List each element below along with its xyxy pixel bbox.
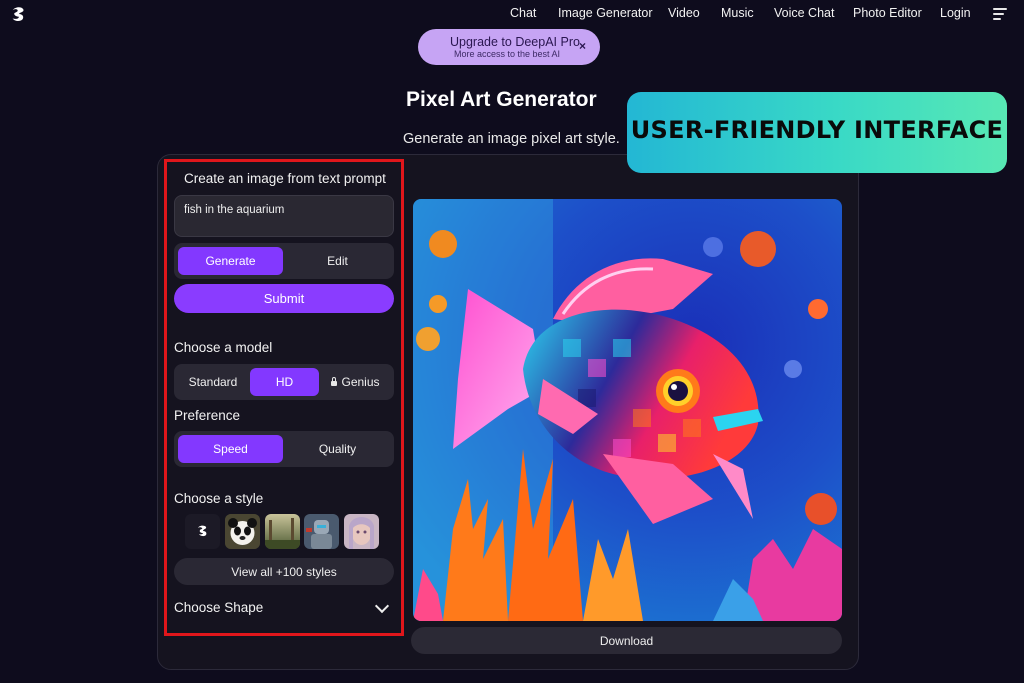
panel-highlight-outline [164, 159, 404, 636]
generated-image[interactable] [413, 199, 842, 621]
page-title: Pixel Art Generator [406, 88, 597, 111]
banner-text: USER-FRIENDLY INTERFACE [630, 116, 1004, 144]
hamburger-menu-icon[interactable] [993, 8, 1007, 20]
upgrade-banner[interactable]: Upgrade to DeepAI Pro More access to the… [418, 29, 600, 65]
close-icon[interactable]: × [579, 39, 586, 53]
feature-banner: USER-FRIENDLY INTERFACE [627, 92, 1007, 173]
nav-image-generator[interactable]: Image Generator [558, 6, 653, 20]
deepai-logo-icon[interactable] [9, 5, 27, 23]
nav-video[interactable]: Video [668, 6, 700, 20]
nav-photo-editor[interactable]: Photo Editor [853, 6, 922, 20]
upgrade-subtitle: More access to the best AI [454, 49, 561, 59]
page-subtitle: Generate an image pixel art style. [403, 131, 620, 147]
upgrade-title: Upgrade to DeepAI Pro [450, 35, 580, 49]
download-button[interactable]: Download [411, 627, 842, 654]
nav-music[interactable]: Music [721, 6, 754, 20]
nav-chat[interactable]: Chat [510, 6, 536, 20]
nav-voice-chat[interactable]: Voice Chat [774, 6, 834, 20]
nav-login[interactable]: Login [940, 6, 971, 20]
